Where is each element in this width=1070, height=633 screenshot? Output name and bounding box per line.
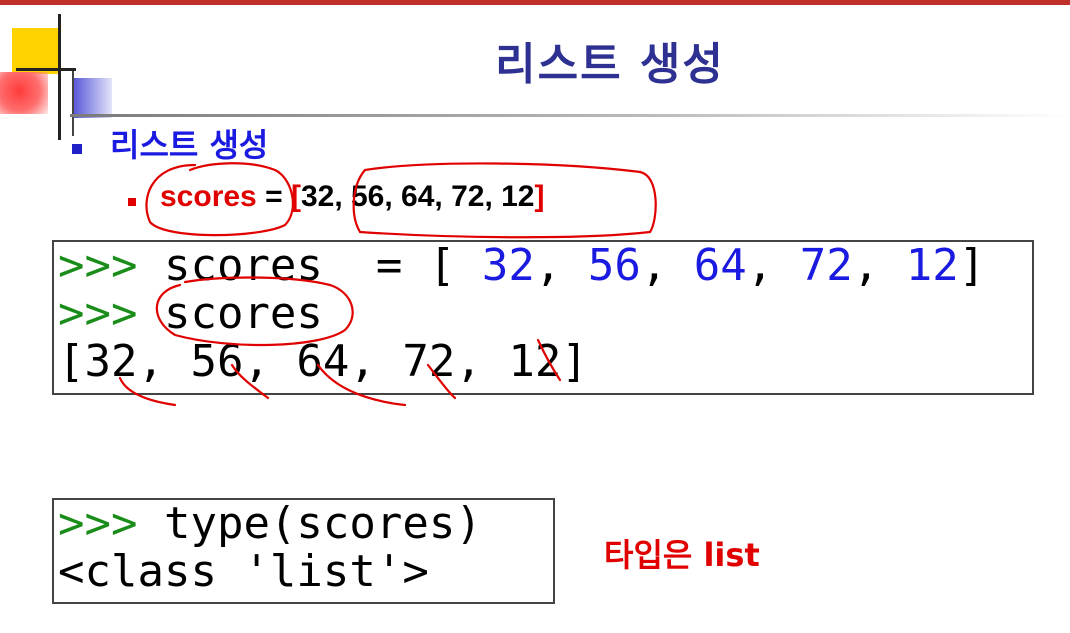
underline-72: [426, 363, 457, 400]
box-values: [352, 162, 657, 239]
circle-scores-code: [155, 276, 354, 347]
circle-scores-top: [145, 162, 294, 237]
underline-12: [536, 338, 562, 382]
underline-56: [230, 363, 270, 400]
underline-64: [316, 363, 407, 407]
handwritten-annotations: [118, 162, 657, 407]
underline-32: [118, 376, 177, 407]
